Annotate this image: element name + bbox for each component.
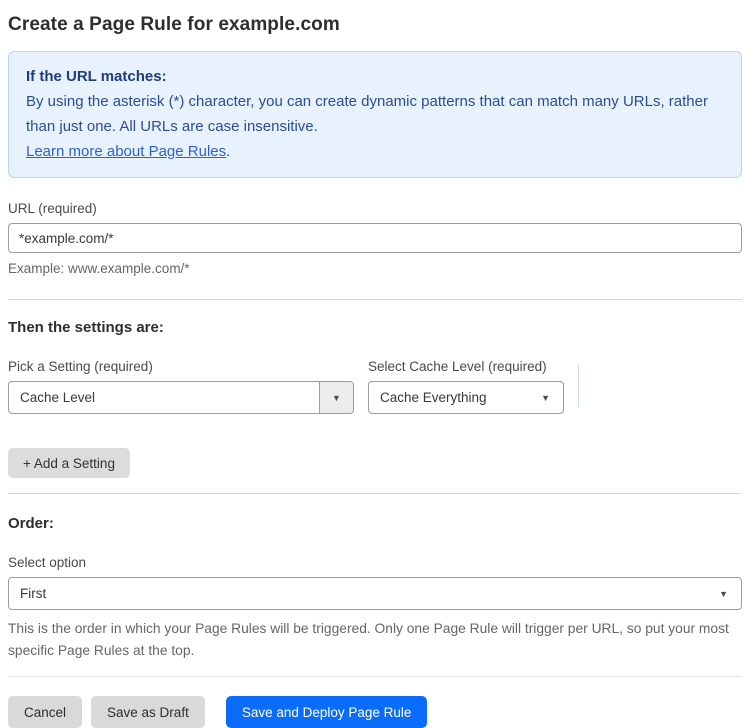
url-match-info-box: If the URL matches: By using the asteris… [8,51,742,178]
cache-level-label: Select Cache Level (required) [368,359,547,374]
url-example-text: Example: www.example.com/* [8,261,190,276]
cache-level-value: Cache Everything [380,390,487,405]
page-title: Create a Page Rule for example.com [8,14,340,35]
info-box-heading: If the URL matches: [26,68,167,85]
section-divider [8,299,742,300]
order-select-label: Select option [8,555,87,570]
link-period: . [226,143,231,160]
settings-column-divider [578,365,579,407]
section-divider [8,493,742,494]
order-value: First [20,586,47,601]
info-box-link-line: Learn more about Page Rules. [26,139,724,164]
cache-level-dropdown[interactable]: Cache Everything ▼ [368,381,564,414]
page-rules-learn-more-link[interactable]: Learn more about Page Rules [26,143,226,160]
chevron-down-icon: ▼ [319,382,353,413]
pick-setting-value: Cache Level [20,390,96,405]
order-dropdown[interactable]: First ▼ [8,577,742,610]
footer-divider [8,676,742,677]
cancel-button[interactable]: Cancel [8,696,83,728]
url-input[interactable] [8,223,742,253]
settings-heading: Then the settings are: [8,319,164,336]
pick-setting-label: Pick a Setting (required) [8,359,153,374]
info-box-body: By using the asterisk (*) character, you… [26,93,708,135]
save-as-draft-button[interactable]: Save as Draft [91,696,205,728]
add-setting-button[interactable]: + Add a Setting [8,448,130,478]
save-and-deploy-button[interactable]: Save and Deploy Page Rule [225,696,428,728]
pick-setting-dropdown[interactable]: Cache Level ▼ [8,381,354,414]
chevron-down-icon: ▼ [541,392,550,403]
url-field-label: URL (required) [8,201,97,216]
chevron-down-icon: ▼ [719,588,728,599]
order-heading: Order: [8,515,54,532]
order-help-text: This is the order in which your Page Rul… [8,621,729,658]
